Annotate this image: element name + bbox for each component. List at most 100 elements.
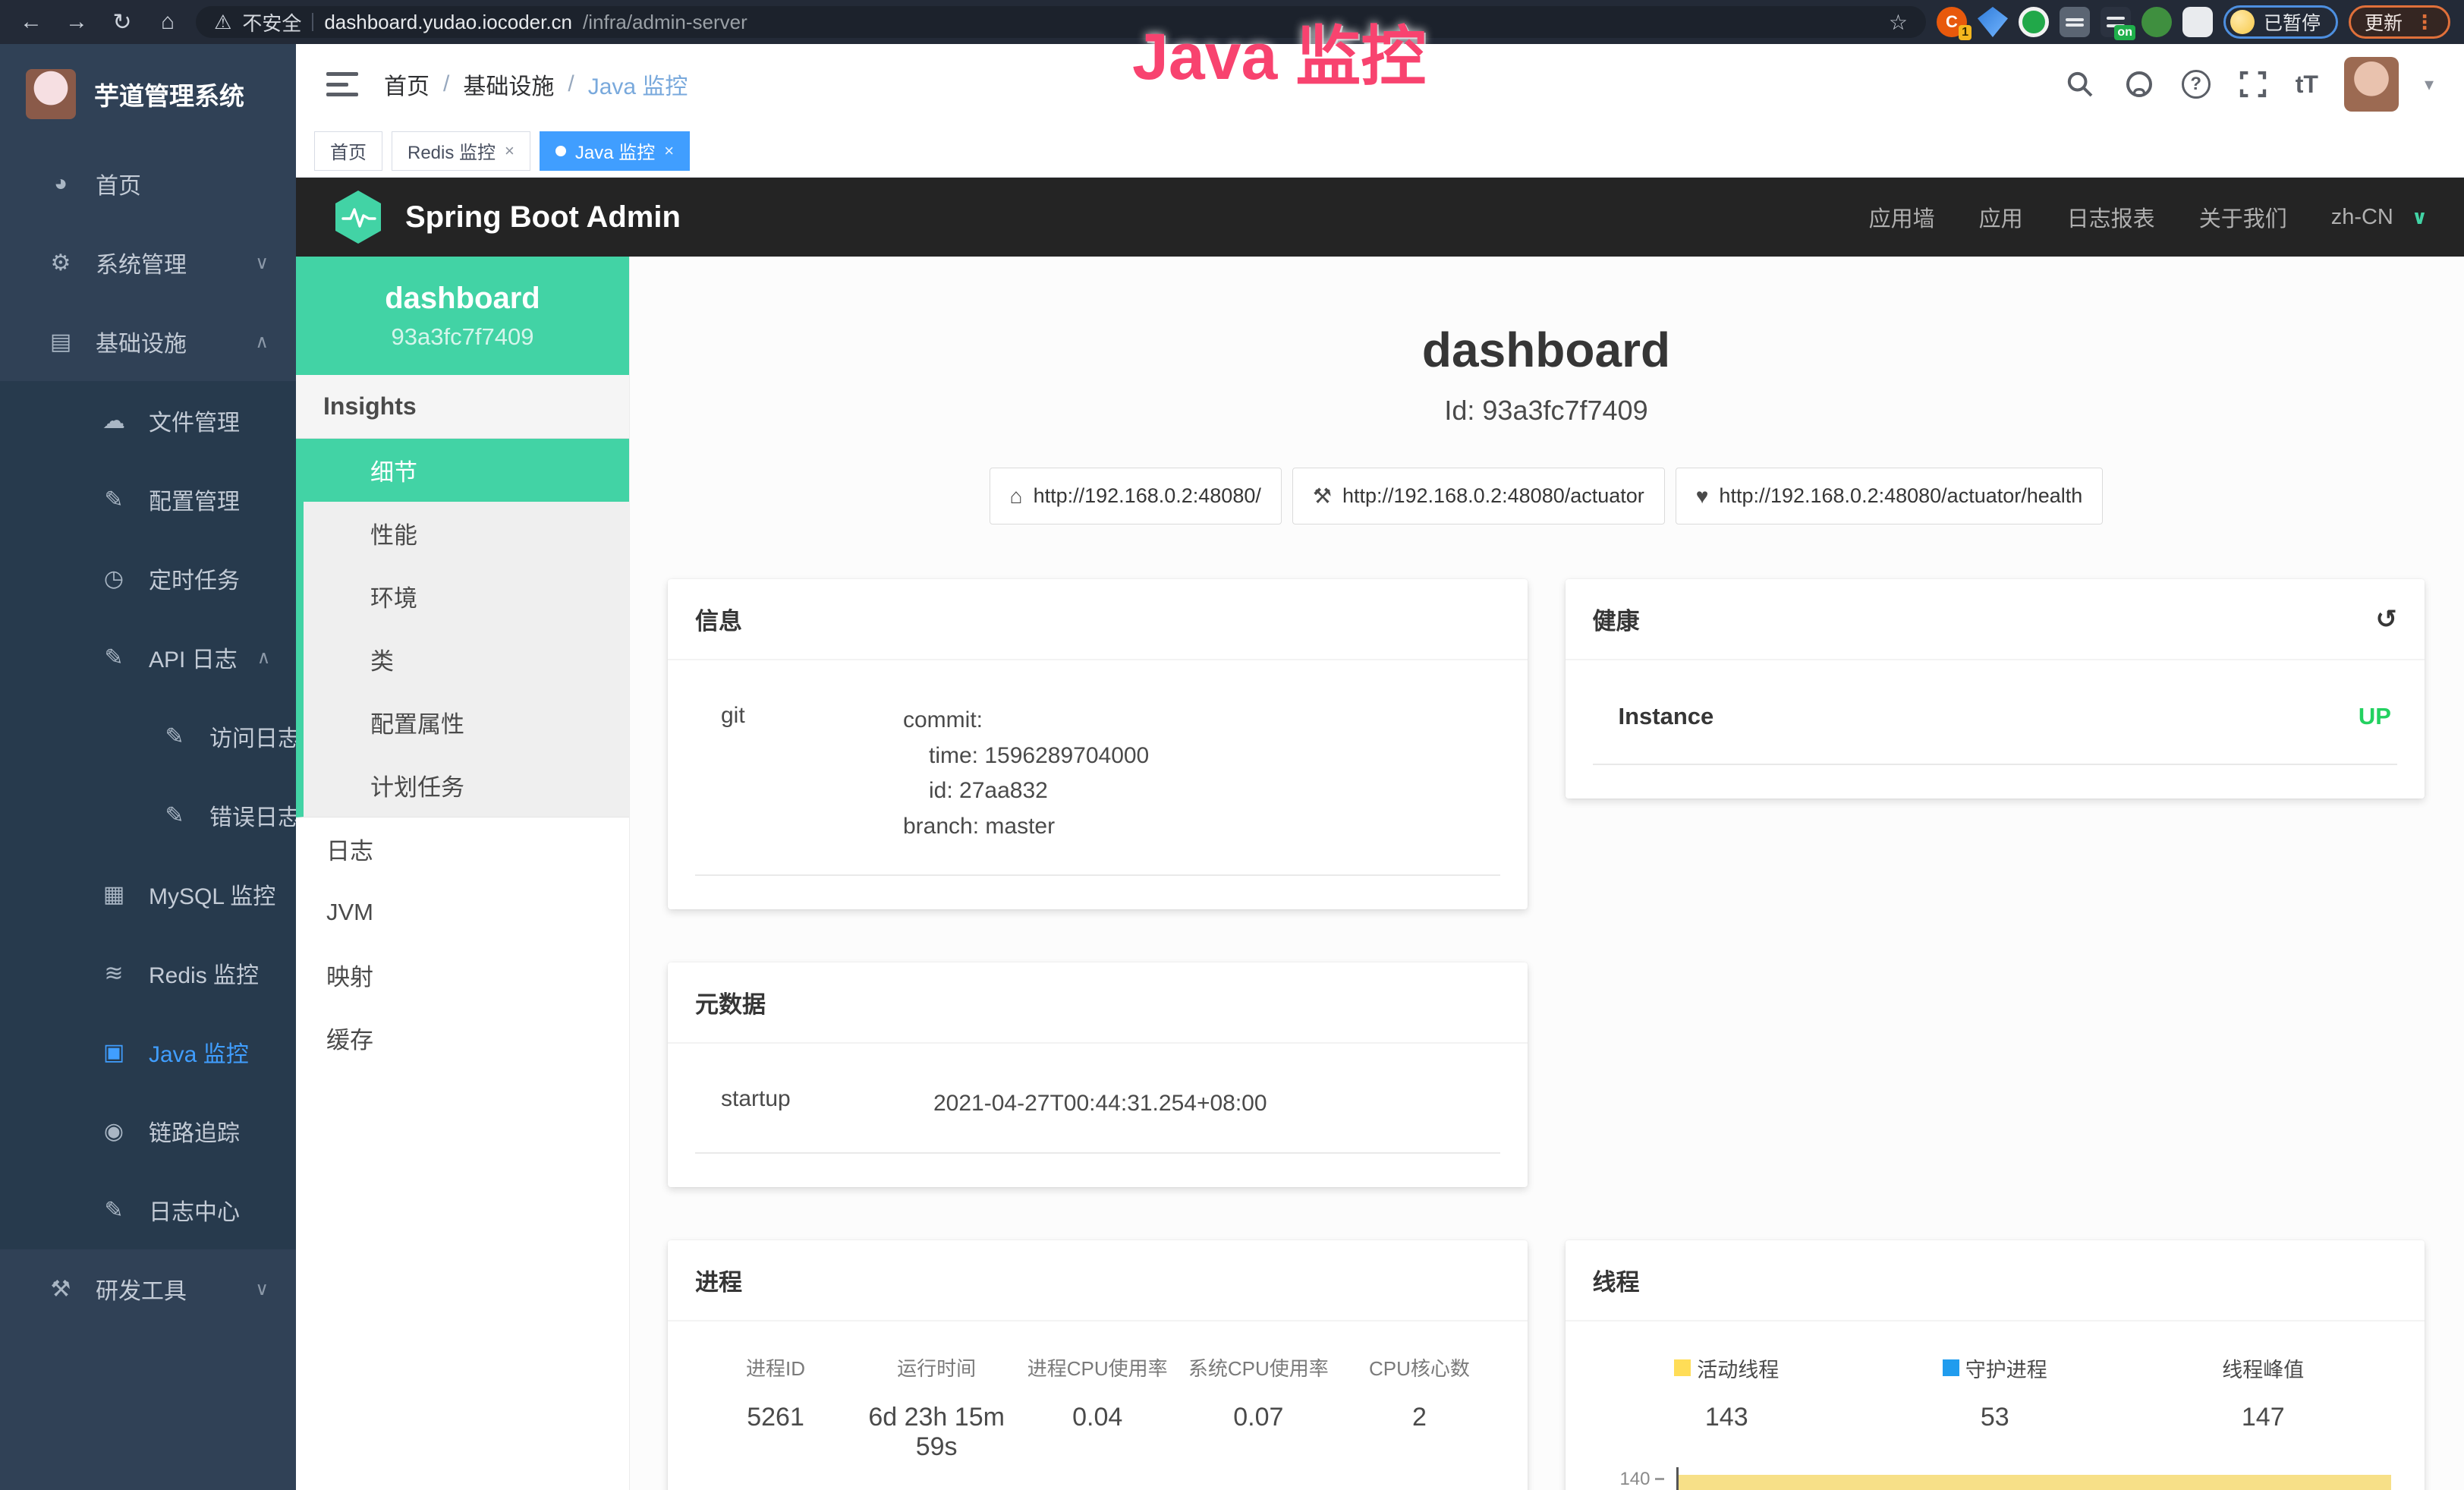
subnav-mappings[interactable]: 映射 xyxy=(296,943,629,1006)
extension-user-icon[interactable] xyxy=(2141,7,2172,37)
extensions-puzzle-icon[interactable] xyxy=(2182,7,2213,37)
tab-redis-monitor[interactable]: Redis 监控 × xyxy=(392,131,530,171)
tab-label: Redis 监控 xyxy=(408,137,496,164)
sba-nav-journal[interactable]: 日志报表 xyxy=(2067,201,2155,233)
font-size-icon[interactable]: tT xyxy=(2296,71,2318,99)
sidebar-item-infrastructure[interactable]: ▤ 基础设施 ∧ xyxy=(0,302,296,381)
subnav-details[interactable]: 细节 xyxy=(304,439,629,502)
subnav-scheduled-tasks[interactable]: 计划任务 xyxy=(304,754,629,817)
history-icon[interactable]: ↺ xyxy=(2376,604,2398,635)
browser-home-icon[interactable]: ⌂ xyxy=(150,9,185,35)
extension-y-icon[interactable] xyxy=(2019,7,2049,37)
git-time-line: time: 1596289704000 xyxy=(903,739,1149,774)
health-url-button[interactable]: ♥ http://192.168.0.2:48080/actuator/heal… xyxy=(1676,468,2104,524)
edit-icon: ✎ xyxy=(99,487,129,513)
git-info-row: git commit: time: 1596289704000 id: 27aa… xyxy=(695,692,1500,876)
breadcrumb-infrastructure[interactable]: 基础设施 xyxy=(463,68,554,101)
profile-paused-label: 已暂停 xyxy=(2264,8,2321,36)
instance-links: ⌂ http://192.168.0.2:48080/ ⚒ http://192… xyxy=(668,468,2425,524)
sidebar-collapse-icon[interactable] xyxy=(326,72,358,96)
health-card: 健康 ↺ Instance UP xyxy=(1566,579,2425,799)
browser-forward-icon[interactable]: → xyxy=(59,9,94,35)
sidebar-item-redis-monitor[interactable]: ≋ Redis 监控 xyxy=(0,934,296,1013)
tab-java-monitor[interactable]: Java 监控 × xyxy=(540,131,690,171)
github-icon[interactable] xyxy=(2123,68,2156,101)
subnav-environment[interactable]: 环境 xyxy=(304,565,629,628)
extension-c-icon[interactable]: C 1 xyxy=(1937,7,1967,37)
insights-group: 细节 性能 环境 类 配置属性 计划任务 xyxy=(296,439,629,817)
insights-section-title: Insights xyxy=(296,375,629,439)
avatar-caret-icon[interactable]: ▾ xyxy=(2425,74,2434,96)
browser-profile-button[interactable]: 已暂停 xyxy=(2223,5,2338,39)
sba-nav-about[interactable]: 关于我们 xyxy=(2199,201,2287,233)
card-title-text: 进程 xyxy=(695,1263,742,1297)
instance-header[interactable]: dashboard 93a3fc7f7409 xyxy=(296,257,629,375)
extension-grid-icon[interactable] xyxy=(2060,7,2090,37)
address-bar[interactable]: ⚠ 不安全 dashboard.yudao.iocoder.cn /infra/… xyxy=(196,6,1926,38)
actuator-url-button[interactable]: ⚒ http://192.168.0.2:48080/actuator xyxy=(1292,468,1665,524)
extension-gem-icon[interactable] xyxy=(1978,7,2008,37)
sidebar-item-scheduled-tasks[interactable]: ◷ 定时任务 xyxy=(0,539,296,618)
sidebar-item-label: 链路追踪 xyxy=(149,1114,269,1148)
threads-chart-plot xyxy=(1676,1467,2398,1490)
service-url-button[interactable]: ⌂ http://192.168.0.2:48080/ xyxy=(990,468,1282,524)
browser-update-button[interactable]: 更新 ⋮ xyxy=(2349,5,2450,39)
metric-header: CPU核心数 xyxy=(1339,1353,1499,1381)
subnav-config-props[interactable]: 配置属性 xyxy=(304,691,629,754)
user-avatar[interactable] xyxy=(2344,57,2399,112)
log-icon: ✎ xyxy=(99,644,129,671)
sba-instance-sidebar: dashboard 93a3fc7f7409 Insights 细节 性能 环境… xyxy=(296,257,630,1490)
sidebar-item-file-mgmt[interactable]: ☁ 文件管理 xyxy=(0,381,296,460)
browser-reload-icon[interactable]: ↻ xyxy=(105,9,140,36)
breadcrumb-java-monitor: Java 监控 xyxy=(588,68,688,101)
sidebar-item-dev-tools[interactable]: ⚒ 研发工具 ∨ xyxy=(0,1249,296,1328)
process-card-title: 进程 xyxy=(668,1240,1528,1321)
sidebar-item-home[interactable]: ◕ 首页 xyxy=(0,144,296,223)
metric-header: 系统CPU使用率 xyxy=(1178,1353,1339,1381)
subnav-jvm[interactable]: JVM xyxy=(296,880,629,943)
cpu-cores: CPU核心数 2 xyxy=(1339,1353,1499,1462)
sidebar-item-log-center[interactable]: ✎ 日志中心 xyxy=(0,1170,296,1249)
sba-locale-select[interactable]: zh-CN xyxy=(2331,205,2393,230)
daemon-threads: 守护进程 53 xyxy=(1861,1353,2129,1432)
sba-nav-applications[interactable]: 应用 xyxy=(1979,201,2023,233)
close-icon[interactable]: × xyxy=(664,141,674,161)
breadcrumb-home[interactable]: 首页 xyxy=(384,68,430,101)
sidebar-item-error-logs[interactable]: ✎ 错误日志 xyxy=(0,776,296,855)
navbar-actions: ? tT ▾ xyxy=(2063,57,2434,112)
not-secure-label: 不安全 xyxy=(242,8,301,36)
sidebar-item-api-logs[interactable]: ✎ API 日志 ∧ xyxy=(0,618,296,697)
app-logo-row[interactable]: 芋道管理系统 xyxy=(0,44,296,144)
browser-back-icon[interactable]: ← xyxy=(14,9,49,35)
legend-value: 147 xyxy=(2129,1403,2398,1432)
instance-id: 93a3fc7f7409 xyxy=(392,323,534,351)
sidebar-item-java-monitor[interactable]: ▣ Java 监控 xyxy=(0,1013,296,1092)
instance-detail-panel: dashboard Id: 93a3fc7f7409 ⌂ http://192.… xyxy=(630,257,2464,1490)
sidebar-item-access-logs[interactable]: ✎ 访问日志 xyxy=(0,697,296,776)
bookmark-star-icon[interactable]: ☆ xyxy=(1889,10,1908,35)
subnav-classes[interactable]: 类 xyxy=(304,628,629,691)
sba-nav-wallboard[interactable]: 应用墙 xyxy=(1869,201,1935,233)
chevron-down-icon: ∨ xyxy=(255,1278,269,1300)
subnav-logs[interactable]: 日志 xyxy=(296,817,629,880)
close-icon[interactable]: × xyxy=(505,141,515,161)
extension-list-icon[interactable]: on xyxy=(2101,7,2131,37)
fullscreen-icon[interactable] xyxy=(2236,68,2270,101)
metric-header: 进程ID xyxy=(695,1353,856,1381)
chevron-down-icon[interactable]: ∨ xyxy=(2412,206,2428,229)
search-icon[interactable] xyxy=(2063,68,2097,101)
sidebar-item-system-mgmt[interactable]: ⚙ 系统管理 ∨ xyxy=(0,223,296,302)
pie-chart-icon: ◕ xyxy=(46,171,76,197)
not-secure-warning-icon[interactable]: ⚠ xyxy=(214,11,231,34)
screenshot-annotation: Java 监控 xyxy=(1132,3,1426,98)
subnav-caches[interactable]: 缓存 xyxy=(296,1006,629,1069)
sidebar-item-mysql-monitor[interactable]: ▦ MySQL 监控 xyxy=(0,855,296,934)
kebab-menu-icon[interactable]: ⋮ xyxy=(2415,11,2434,34)
threads-legend: 活动线程 143 守护进程 xyxy=(1593,1353,2398,1432)
help-icon[interactable]: ? xyxy=(2182,70,2211,99)
subnav-metrics[interactable]: 性能 xyxy=(304,502,629,565)
tab-home[interactable]: 首页 xyxy=(314,131,382,171)
sidebar-item-config-mgmt[interactable]: ✎ 配置管理 xyxy=(0,460,296,539)
daemon-threads-swatch xyxy=(1943,1359,1959,1376)
sidebar-item-tracing[interactable]: ◉ 链路追踪 xyxy=(0,1092,296,1170)
